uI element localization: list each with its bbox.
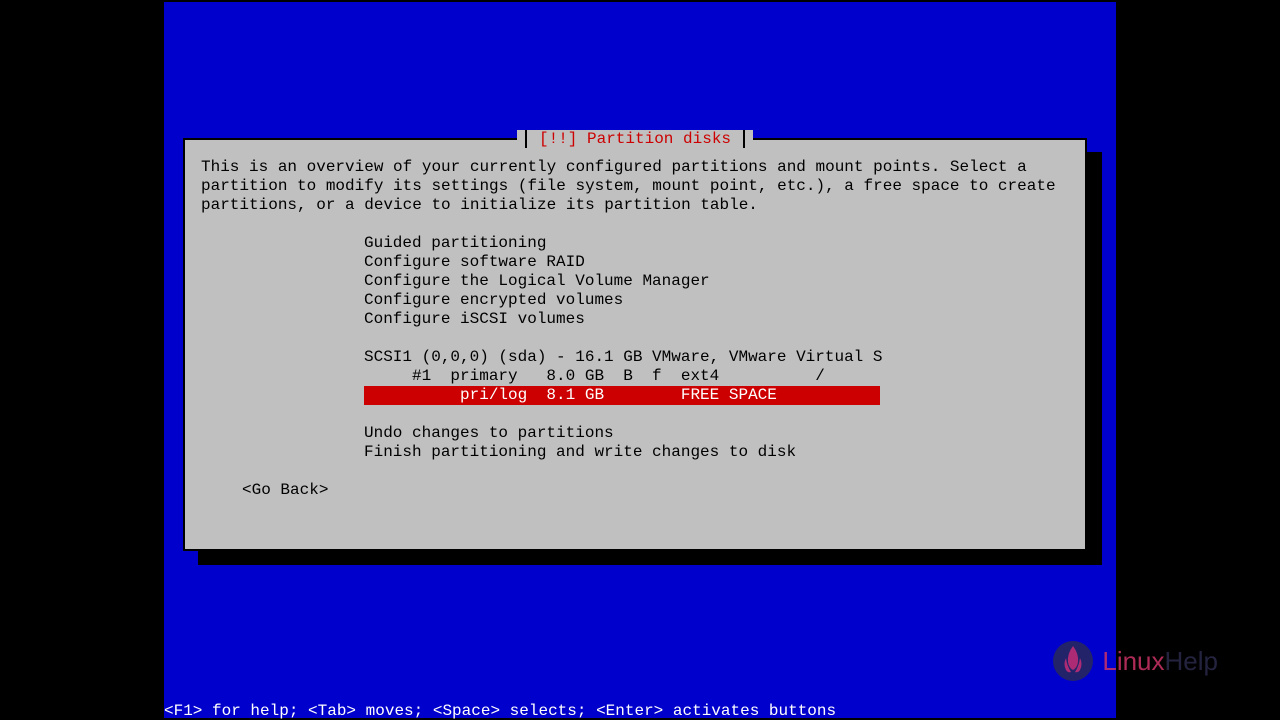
menu-guided-partitioning[interactable]: Guided partitioning	[364, 234, 1069, 253]
logo-text: LinuxHelp	[1102, 646, 1218, 677]
menu-configure-encrypted[interactable]: Configure encrypted volumes	[364, 291, 1069, 310]
go-back-button[interactable]: <Go Back>	[242, 481, 1069, 500]
disk-header[interactable]: SCSI1 (0,0,0) (sda) - 16.1 GB VMware, VM…	[364, 348, 1069, 367]
menu-finish-partitioning[interactable]: Finish partitioning and write changes to…	[364, 443, 1069, 462]
dialog-description: This is an overview of your currently co…	[201, 158, 1069, 215]
menu-configure-iscsi[interactable]: Configure iSCSI volumes	[364, 310, 1069, 329]
help-bar: <F1> for help; <Tab> moves; <Space> sele…	[164, 702, 836, 720]
logo-flame-icon	[1052, 640, 1094, 682]
partition-dialog: [!!] Partition disks This is an overview…	[183, 138, 1087, 551]
menu-undo-changes[interactable]: Undo changes to partitions	[364, 424, 1069, 443]
linuxhelp-logo: LinuxHelp	[1052, 640, 1218, 682]
menu-configure-raid[interactable]: Configure software RAID	[364, 253, 1069, 272]
dialog-title: [!!] Partition disks	[525, 130, 745, 148]
partition-primary[interactable]: #1 primary 8.0 GB B f ext4 /	[364, 367, 1069, 386]
partition-menu: Guided partitioning Configure software R…	[364, 234, 1069, 462]
dialog-content: This is an overview of your currently co…	[185, 140, 1085, 518]
menu-spacer	[364, 329, 1069, 348]
dialog-title-container: [!!] Partition disks	[185, 130, 1085, 148]
menu-spacer-2	[364, 405, 1069, 424]
partition-free-space[interactable]: pri/log 8.1 GB FREE SPACE	[364, 386, 1069, 405]
menu-configure-lvm[interactable]: Configure the Logical Volume Manager	[364, 272, 1069, 291]
